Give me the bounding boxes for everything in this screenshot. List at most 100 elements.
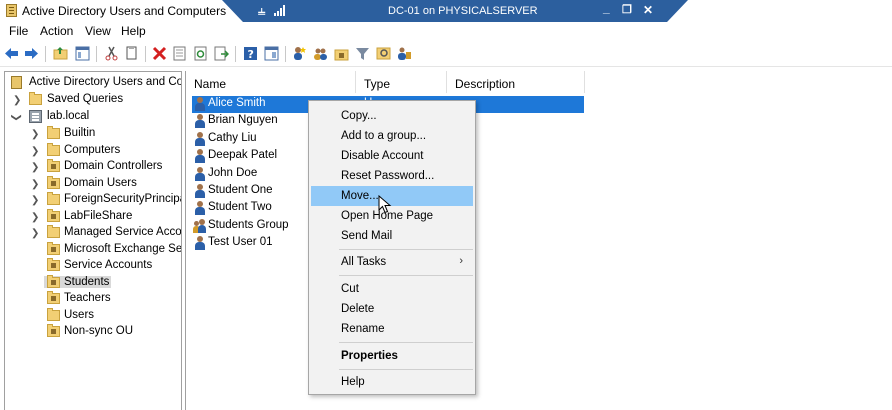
- context-menu-properties[interactable]: Properties: [311, 346, 473, 366]
- chevron-right-icon[interactable]: ❯: [31, 129, 39, 140]
- pin-icon[interactable]: ⫨: [258, 3, 265, 19]
- window-title: Active Directory Users and Computers: [22, 4, 227, 18]
- organizational-unit-icon: [47, 258, 60, 271]
- user-icon: [194, 131, 205, 146]
- tree-item-teachers[interactable]: Teachers: [9, 291, 181, 308]
- organizational-unit-icon: [47, 175, 60, 189]
- tree-item-label: Teachers: [64, 292, 111, 304]
- console-tree[interactable]: Active Directory Users and Com ❯ Saved Q…: [4, 71, 182, 410]
- show-hide-tree-icon[interactable]: [75, 46, 90, 61]
- menu-item-label: Copy...: [341, 110, 377, 122]
- context-menu-copy[interactable]: Copy...: [311, 106, 473, 126]
- chevron-right-icon[interactable]: ❯: [31, 195, 39, 206]
- tree-item-builtin[interactable]: ❯ Builtin: [9, 126, 181, 143]
- context-menu-open-home-page[interactable]: Open Home Page: [311, 206, 473, 226]
- context-menu-send-mail[interactable]: Send Mail: [311, 226, 473, 246]
- menu-view[interactable]: View: [85, 24, 111, 38]
- user-icon: [194, 236, 205, 251]
- tree-item-domain-controllers[interactable]: ❯ Domain Controllers: [9, 159, 181, 176]
- domain-icon: [29, 110, 42, 123]
- menu-help[interactable]: Help: [121, 24, 146, 38]
- tree-root-label: Active Directory Users and Com: [29, 76, 182, 88]
- menu-file[interactable]: File: [9, 24, 28, 38]
- tree-item-labfileshare[interactable]: ❯ LabFileShare: [9, 208, 181, 226]
- chevron-right-icon[interactable]: ❯: [31, 212, 39, 223]
- rdp-close-button[interactable]: ✕: [643, 3, 653, 17]
- tree-item-label: Users: [64, 308, 95, 321]
- tree-item-domain[interactable]: ❯ lab.local: [9, 109, 181, 126]
- find-icon[interactable]: [376, 46, 391, 61]
- rdp-minimize-button[interactable]: _: [603, 1, 610, 15]
- organizational-unit-icon: [47, 241, 60, 255]
- copy-icon[interactable]: [124, 46, 139, 61]
- menu-item-label: Delete: [341, 303, 375, 315]
- menu-item-label: Send Mail: [341, 230, 393, 242]
- context-menu-delete[interactable]: Delete: [311, 299, 473, 319]
- tree-item-microsoft-exchange-secu[interactable]: Microsoft Exchange Secu: [9, 241, 182, 259]
- properties-icon[interactable]: [172, 46, 187, 61]
- back-icon[interactable]: [4, 46, 19, 61]
- delete-icon[interactable]: [152, 46, 167, 61]
- tree-item-users[interactable]: Users: [9, 307, 181, 325]
- folder-icon: [29, 92, 42, 105]
- list-item-name: Students Group: [208, 218, 289, 231]
- menu-action[interactable]: Action: [40, 24, 73, 38]
- folder-icon: [47, 142, 60, 156]
- tree-item-foreignsecurityprincipals[interactable]: ❯ ForeignSecurityPrincipals: [9, 192, 182, 209]
- tree-item-label: ForeignSecurityPrincipals: [64, 193, 182, 205]
- help-icon[interactable]: ?: [243, 46, 258, 61]
- tree-item-students[interactable]: Students: [9, 274, 181, 292]
- context-menu-help[interactable]: Help: [311, 372, 473, 392]
- filter-icon[interactable]: [355, 46, 370, 61]
- menu-item-label: Add to a group...: [341, 130, 427, 142]
- list-item-name: Cathy Liu: [208, 131, 257, 144]
- context-menu-move[interactable]: Move...: [311, 186, 473, 206]
- chevron-down-icon[interactable]: ❯: [11, 113, 22, 121]
- toolbar-separator: [285, 46, 286, 62]
- chevron-right-icon[interactable]: ❯: [31, 146, 39, 157]
- cut-icon[interactable]: [104, 46, 119, 61]
- tree-item-non-sync-ou[interactable]: Non-sync OU: [9, 324, 181, 341]
- refresh-icon[interactable]: [193, 46, 208, 61]
- new-group-icon[interactable]: [313, 46, 328, 61]
- column-header-name[interactable]: Name: [186, 71, 356, 93]
- tree-item-label: Non-sync OU: [64, 325, 134, 337]
- tree-item-managed-service-accoun[interactable]: ❯ Managed Service Accoun: [9, 225, 181, 242]
- show-pane-icon[interactable]: [264, 46, 279, 61]
- context-menu-all-tasks[interactable]: All Tasks ›: [311, 252, 473, 272]
- tree-root[interactable]: Active Directory Users and Com: [9, 75, 182, 92]
- column-header-description[interactable]: Description: [447, 71, 585, 93]
- details-pane[interactable]: Name Type Description Alice SmithUBrian …: [185, 71, 892, 410]
- context-menu-disable-account[interactable]: Disable Account: [311, 146, 473, 166]
- chevron-right-icon[interactable]: ❯: [31, 228, 39, 239]
- organizational-unit-icon: [47, 291, 60, 304]
- chevron-right-icon[interactable]: ❯: [31, 179, 39, 190]
- tree-item-label: Microsoft Exchange Secu: [64, 242, 182, 255]
- tree-item-domain-users[interactable]: ❯ Domain Users: [9, 175, 181, 193]
- tree-item-computers[interactable]: ❯ Computers: [9, 142, 181, 160]
- menu-bar: File Action View Help: [0, 22, 892, 41]
- connection-signal-icon[interactable]: [274, 5, 286, 16]
- remote-session-title: DC-01 on PHYSICALSERVER: [388, 5, 538, 17]
- context-menu-cut[interactable]: Cut: [311, 279, 473, 299]
- chevron-right-icon[interactable]: ❯: [31, 162, 39, 173]
- tree-item-saved-queries[interactable]: ❯ Saved Queries: [9, 92, 181, 109]
- new-ou-icon[interactable]: [334, 46, 349, 61]
- tree-item-label: Builtin: [64, 127, 96, 139]
- tree-item-service-accounts[interactable]: Service Accounts: [9, 258, 181, 275]
- column-header-type[interactable]: Type: [356, 71, 447, 93]
- group-icon: [193, 218, 206, 233]
- context-menu-rename[interactable]: Rename: [311, 319, 473, 339]
- list-item-name: Deepak Patel: [208, 149, 278, 162]
- forward-icon[interactable]: [24, 46, 39, 61]
- chevron-right-icon[interactable]: ❯: [13, 95, 21, 106]
- rdp-restore-button[interactable]: ❐: [622, 3, 632, 16]
- new-user-icon[interactable]: [292, 46, 307, 61]
- up-folder-icon[interactable]: [53, 46, 68, 61]
- add-to-group-icon[interactable]: [397, 46, 412, 61]
- context-menu-add-to-group[interactable]: Add to a group...: [311, 126, 473, 146]
- list-item-name: Test User 01: [208, 236, 273, 249]
- organizational-unit-icon: [47, 208, 60, 222]
- context-menu-reset-password[interactable]: Reset Password...: [311, 166, 473, 186]
- export-list-icon[interactable]: [214, 46, 229, 61]
